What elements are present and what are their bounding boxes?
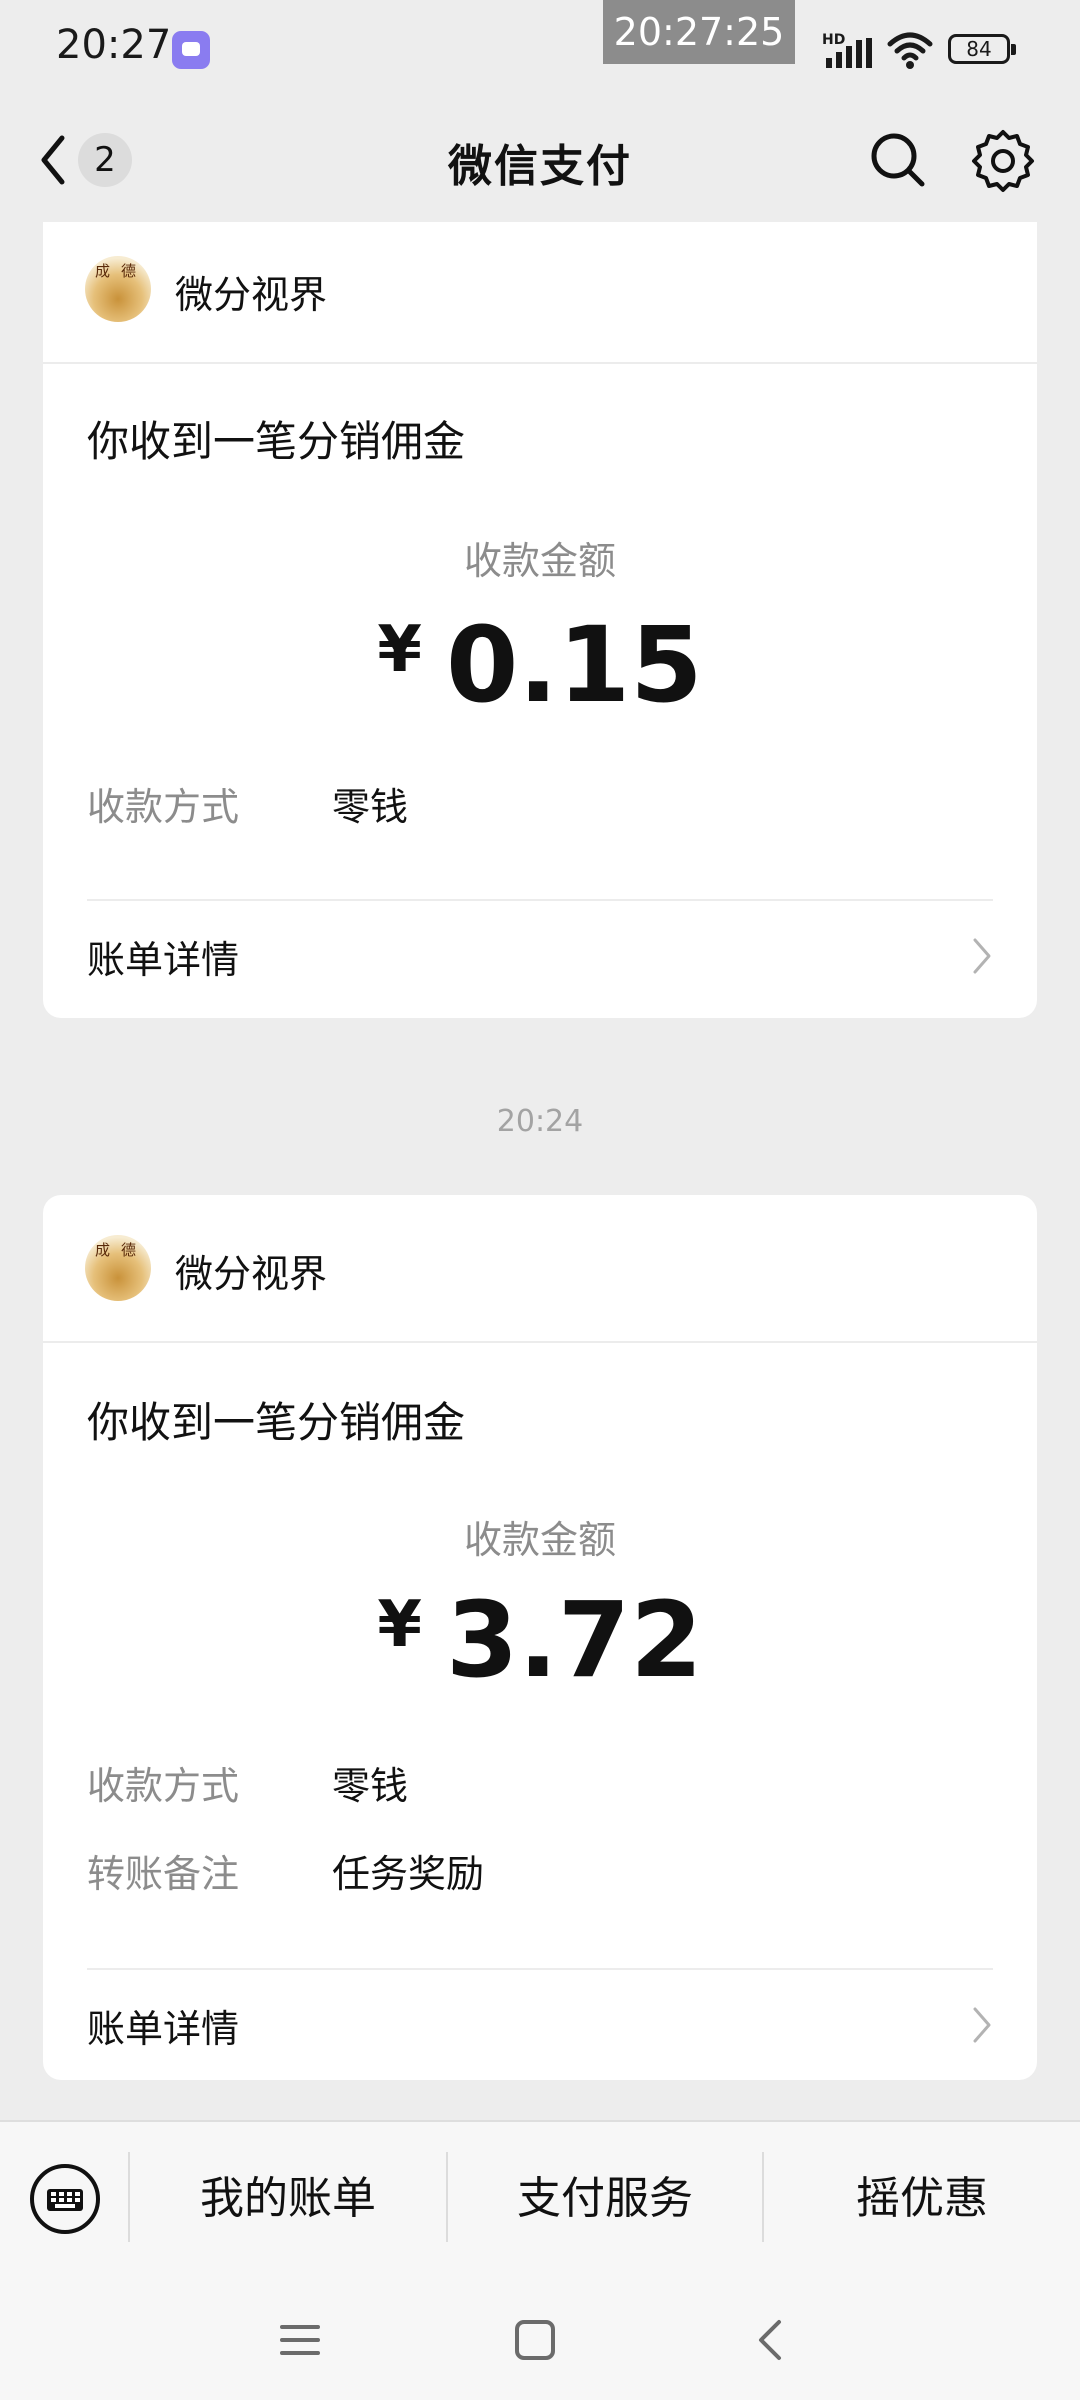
amount: ¥0.15 bbox=[43, 604, 1037, 726]
notice-title: 你收到一笔分销佣金 bbox=[87, 1398, 466, 1447]
amount: ¥3.72 bbox=[43, 1579, 1037, 1701]
merchant-name: 微分视界 bbox=[175, 273, 328, 317]
bill-details-label: 账单详情 bbox=[87, 938, 240, 982]
menu-item-shake-discounts[interactable]: 摇优惠 bbox=[764, 2156, 1080, 2242]
home-button[interactable] bbox=[500, 2305, 570, 2375]
search-button[interactable] bbox=[866, 128, 930, 192]
signal-icon bbox=[826, 38, 872, 68]
bill-details-link[interactable]: 账单详情 bbox=[87, 899, 993, 1007]
merchant-name: 微分视界 bbox=[175, 1252, 328, 1296]
bill-details-link[interactable]: 账单详情 bbox=[87, 1968, 993, 2076]
gear-icon bbox=[972, 130, 1034, 192]
amount-value: 0.15 bbox=[445, 604, 703, 726]
avatar-glyph: 德 bbox=[121, 1241, 137, 1259]
screen: 20:27 20:27:25 HD 84 2 微信支付 成 德 微分视界 你收到… bbox=[0, 0, 1080, 2400]
system-back-button[interactable] bbox=[735, 2305, 805, 2375]
bottom-menu: 我的账单 支付服务 摇优惠 bbox=[0, 2120, 1080, 2275]
system-nav-bar bbox=[0, 2275, 1080, 2400]
avatar: 成 德 bbox=[85, 256, 151, 322]
card-header: 成 德 微分视界 bbox=[43, 1195, 1037, 1343]
settings-button[interactable] bbox=[970, 128, 1036, 194]
menu-lines-icon bbox=[280, 2325, 320, 2355]
field-value: 零钱 bbox=[332, 1764, 409, 1808]
avatar-glyph: 成 bbox=[95, 1241, 111, 1259]
field-label: 转账备注 bbox=[87, 1852, 240, 1896]
payment-message-card[interactable]: 成 德 微分视界 你收到一笔分销佣金 收款金额 ¥3.72 收款方式 零钱 转账… bbox=[43, 1195, 1037, 2080]
nav-back-icon bbox=[759, 2320, 781, 2360]
card-header: 成 德 微分视界 bbox=[43, 222, 1037, 364]
avatar-glyph: 成 bbox=[95, 262, 111, 280]
field-value: 任务奖励 bbox=[332, 1852, 485, 1896]
bill-details-label: 账单详情 bbox=[87, 2007, 240, 2051]
amount-label: 收款金额 bbox=[463, 1518, 616, 1562]
notice-title: 你收到一笔分销佣金 bbox=[87, 417, 466, 466]
chevron-right-icon bbox=[973, 2007, 991, 2043]
wifi-icon bbox=[887, 32, 933, 69]
currency-symbol: ¥ bbox=[377, 1588, 422, 1662]
home-square-icon bbox=[515, 2320, 555, 2360]
amount-value: 3.72 bbox=[445, 1579, 703, 1701]
app-notification-icon bbox=[172, 31, 210, 69]
menu-item-my-bills[interactable]: 我的账单 bbox=[130, 2156, 446, 2242]
field-value: 零钱 bbox=[332, 785, 409, 829]
clock-overlay: 20:27:25 bbox=[603, 0, 795, 64]
status-bar: 20:27 20:27:25 HD 84 bbox=[0, 0, 1080, 100]
field-label: 收款方式 bbox=[87, 1764, 240, 1808]
menu-item-payment-services[interactable]: 支付服务 bbox=[448, 2156, 762, 2242]
payment-message-card[interactable]: 成 德 微分视界 你收到一笔分销佣金 收款金额 ¥0.15 收款方式 零钱 账单… bbox=[43, 222, 1037, 1018]
avatar-glyph: 德 bbox=[121, 262, 137, 280]
avatar: 成 德 bbox=[85, 1235, 151, 1301]
currency-symbol: ¥ bbox=[377, 613, 422, 687]
time-separator: 20:24 bbox=[496, 1104, 584, 1139]
chevron-right-icon bbox=[973, 938, 991, 974]
field-label: 收款方式 bbox=[87, 785, 240, 829]
title-bar: 2 微信支付 bbox=[0, 100, 1080, 220]
battery-icon: 84 bbox=[948, 34, 1016, 64]
keyboard-icon bbox=[30, 2164, 100, 2234]
amount-label: 收款金额 bbox=[463, 539, 616, 583]
search-icon bbox=[871, 133, 925, 187]
keyboard-toggle-button[interactable] bbox=[28, 2162, 102, 2236]
recent-apps-button[interactable] bbox=[265, 2305, 335, 2375]
status-time: 20:27 bbox=[56, 22, 172, 68]
